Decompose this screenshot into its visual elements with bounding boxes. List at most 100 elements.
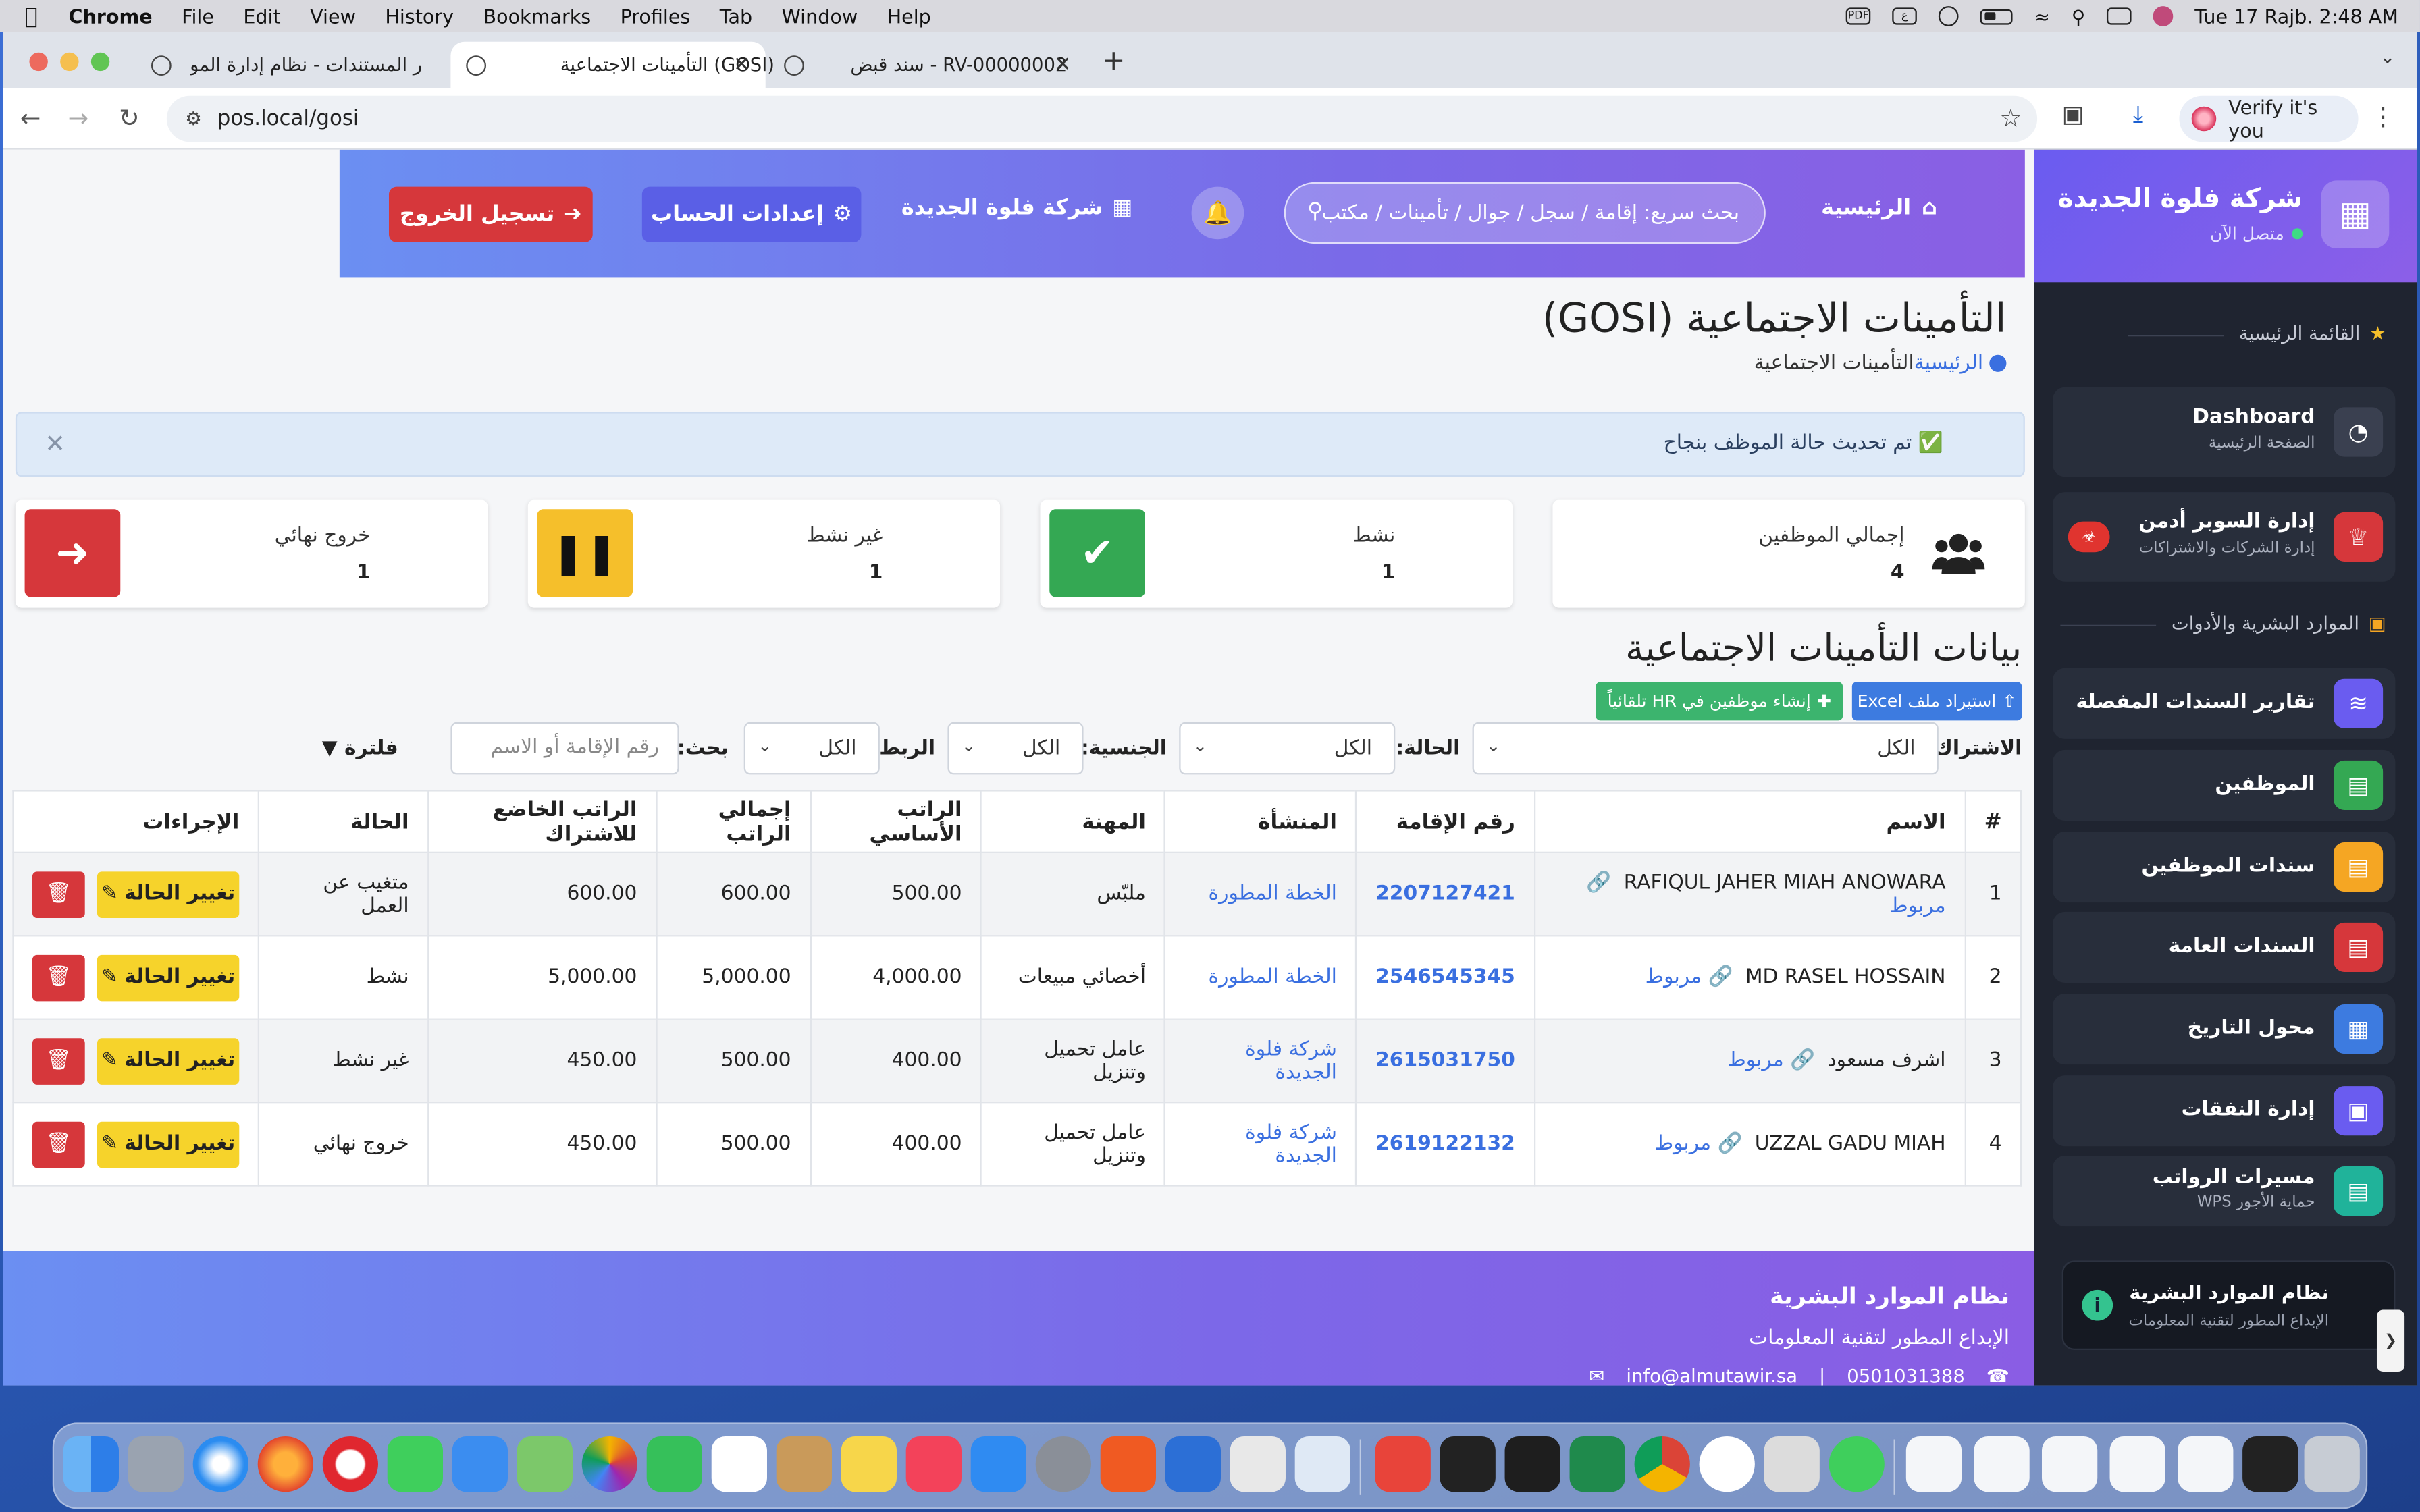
footer-phone[interactable]: 0501031388 bbox=[1847, 1366, 1965, 1386]
minimize-window-button[interactable] bbox=[60, 52, 79, 72]
linked-badge[interactable]: 🔗 مربوط bbox=[1655, 1133, 1743, 1156]
recent-window-thumbnail[interactable] bbox=[1974, 1436, 2030, 1492]
download-icon[interactable]: ⤓ bbox=[2133, 101, 2143, 128]
menu-tab[interactable]: Tab bbox=[720, 5, 752, 28]
battery-icon[interactable] bbox=[1980, 8, 2013, 24]
url-text[interactable]: pos.local/gosi bbox=[217, 107, 359, 132]
sidebar-item-super-admin[interactable]: ♕ إدارة السوبر أدمن إدارة الشركات والاشت… bbox=[2052, 492, 2396, 582]
recent-window-thumbnail[interactable] bbox=[2242, 1436, 2298, 1492]
recent-window-thumbnail[interactable] bbox=[1905, 1436, 1962, 1492]
menubar-clock[interactable]: Tue 17 Rajb. 2:48 AM bbox=[2194, 5, 2398, 28]
apple-icon[interactable]:  bbox=[25, 4, 38, 29]
iqama-number[interactable]: 2615031750 bbox=[1355, 1018, 1535, 1104]
profile-verify-chip[interactable]: Verify it's you bbox=[2179, 95, 2359, 142]
recent-window-thumbnail[interactable] bbox=[2178, 1436, 2234, 1492]
menu-window[interactable]: Window bbox=[782, 5, 858, 28]
menu-view[interactable]: View bbox=[310, 5, 356, 28]
notifications-bell-icon[interactable]: 🔔 bbox=[1191, 186, 1244, 240]
launchpad-icon[interactable] bbox=[128, 1436, 184, 1492]
bbedit-icon[interactable] bbox=[1764, 1436, 1820, 1492]
linked-badge[interactable]: 🔗 مربوط bbox=[1727, 1049, 1815, 1072]
import-excel-button[interactable]: ⇧ استيراد ملف Excel bbox=[1851, 682, 2022, 721]
col-name[interactable]: الاسم bbox=[1533, 790, 1966, 853]
sidebar-item-expenses[interactable]: ▣ إدارة النفقات bbox=[2052, 1075, 2396, 1147]
account-settings-button[interactable]: إعدادات الحساب ⚙ bbox=[641, 186, 862, 242]
notes-icon[interactable] bbox=[841, 1436, 897, 1492]
tab-search-chevron-icon[interactable]: ⌄ bbox=[2379, 47, 2395, 68]
spotlight-icon[interactable]: ⚲ bbox=[2072, 5, 2085, 27]
menu-history[interactable]: History bbox=[385, 5, 454, 28]
forward-arrow-icon[interactable]: → bbox=[68, 103, 89, 132]
siri-icon[interactable] bbox=[2153, 6, 2174, 26]
menu-help[interactable]: Help bbox=[887, 5, 931, 28]
maps-icon[interactable] bbox=[517, 1436, 573, 1492]
filter-toggle-button[interactable]: فلترة ▼ bbox=[322, 738, 398, 761]
excel-icon[interactable] bbox=[1569, 1436, 1625, 1492]
establishment-link[interactable]: شركة فلوة الجديدة bbox=[1164, 1018, 1357, 1104]
menu-profiles[interactable]: Profiles bbox=[621, 5, 691, 28]
logout-button[interactable]: تسجيل الخروج ➜ bbox=[388, 186, 593, 242]
zoom-window-button[interactable] bbox=[90, 52, 110, 72]
bookmark-star-icon[interactable]: ☆ bbox=[1999, 103, 2022, 132]
close-tab-icon[interactable]: ✕ bbox=[733, 53, 750, 76]
photos-icon[interactable] bbox=[581, 1436, 637, 1492]
tab-gosi[interactable]: التأمينات الاجتماعية (GOSI) ✕ bbox=[450, 41, 774, 88]
new-tab-button[interactable]: + bbox=[1102, 45, 1125, 77]
sidebar-item-dashboard[interactable]: ◔ Dashboard الصفحة الرئيسية bbox=[2052, 387, 2396, 477]
col-establishment[interactable]: المنشأة bbox=[1164, 790, 1357, 853]
auto-create-employees-button[interactable]: ✚ إنشاء موظفين في HR تلقائياً bbox=[1596, 682, 1843, 721]
preview-icon[interactable] bbox=[1294, 1436, 1350, 1492]
link-filter-select[interactable]: الكل ⌄ bbox=[743, 722, 880, 775]
messages-icon[interactable] bbox=[387, 1436, 443, 1492]
opera-icon[interactable] bbox=[322, 1436, 378, 1492]
wps-icon[interactable] bbox=[1100, 1436, 1156, 1492]
remote-desktop-icon[interactable] bbox=[1165, 1436, 1221, 1492]
tab-receipt-voucher[interactable]: سند قبض - RV-00000002 ✕ bbox=[768, 42, 1086, 88]
footer-email[interactable]: info@almutawir.sa bbox=[1626, 1366, 1797, 1386]
status-filter-select[interactable]: الكل ⌄ bbox=[1179, 722, 1396, 775]
menu-bookmarks[interactable]: Bookmarks bbox=[483, 5, 591, 28]
col-job[interactable]: المهنة bbox=[980, 790, 1166, 853]
contacts-icon[interactable] bbox=[776, 1436, 832, 1492]
sidebar-item-payroll[interactable]: ▤ مسيرات الرواتب حماية الأجور WPS bbox=[2052, 1155, 2396, 1227]
app-store-icon[interactable] bbox=[970, 1436, 1026, 1492]
search-icon[interactable]: ⚲ bbox=[1307, 199, 1323, 224]
calendar-app-icon[interactable] bbox=[711, 1436, 767, 1492]
delete-button[interactable]: 🗑 bbox=[32, 871, 85, 917]
breadcrumb-home[interactable]: الرئيسية bbox=[1914, 352, 2007, 375]
col-iqama[interactable]: رقم الإقامة bbox=[1355, 790, 1535, 853]
user-status-icon[interactable] bbox=[1939, 6, 1959, 26]
menu-app-name[interactable]: Chrome bbox=[68, 5, 152, 28]
music-icon[interactable] bbox=[905, 1436, 962, 1492]
recent-window-thumbnail[interactable] bbox=[2041, 1436, 2098, 1492]
browser-menu-icon[interactable]: ⋮ bbox=[2371, 102, 2396, 131]
establishment-link[interactable]: الخطة المطورة bbox=[1164, 851, 1357, 937]
subscription-filter-select[interactable]: الكل ⌄ bbox=[1472, 722, 1939, 775]
pdf-app-icon[interactable] bbox=[1375, 1436, 1431, 1492]
col-basic-salary[interactable]: الراتب الأساسي bbox=[810, 790, 982, 853]
tab-documents-reports[interactable]: تقارير المستندات - نظام إدارة المو bbox=[136, 42, 450, 88]
iqama-number[interactable]: 2546545345 bbox=[1355, 935, 1535, 1020]
input-source-icon[interactable]: ع bbox=[1892, 7, 1918, 25]
close-window-button[interactable] bbox=[29, 52, 48, 72]
change-status-button[interactable]: تغيير الحالة ✎ bbox=[97, 871, 240, 917]
change-status-button[interactable]: تغيير الحالة ✎ bbox=[97, 1120, 240, 1168]
extensions-icon[interactable]: ▣ bbox=[2062, 101, 2084, 128]
reload-icon[interactable]: ↻ bbox=[119, 103, 140, 132]
firefox-icon[interactable] bbox=[257, 1436, 313, 1492]
safari-icon[interactable] bbox=[192, 1436, 248, 1492]
chatgpt-icon[interactable] bbox=[1699, 1436, 1755, 1492]
iqama-number[interactable]: 2207127421 bbox=[1355, 851, 1535, 937]
recent-window-thumbnail[interactable] bbox=[2109, 1436, 2165, 1492]
sidebar-item-detailed-reports[interactable]: ≋ تقارير السندات المفصلة bbox=[2052, 668, 2396, 739]
trash-icon[interactable] bbox=[2304, 1436, 2360, 1492]
col-subject-salary[interactable]: الراتب الخاضع للاشتراك bbox=[427, 790, 658, 853]
iqama-number[interactable]: 2619122132 bbox=[1355, 1101, 1535, 1187]
scripting-icon[interactable] bbox=[1230, 1436, 1286, 1492]
quick-search-input[interactable]: بحث سريع: إقامة / سجل / جوال / تأمينات /… bbox=[1284, 182, 1766, 244]
whatsapp-icon[interactable] bbox=[1829, 1436, 1885, 1492]
menu-file[interactable]: File bbox=[182, 5, 214, 28]
address-bar[interactable]: ⚙ pos.local/gosi ☆ bbox=[166, 95, 2038, 142]
wifi-icon[interactable]: ≈ bbox=[2034, 5, 2050, 27]
col-index[interactable]: # bbox=[1964, 790, 2022, 853]
